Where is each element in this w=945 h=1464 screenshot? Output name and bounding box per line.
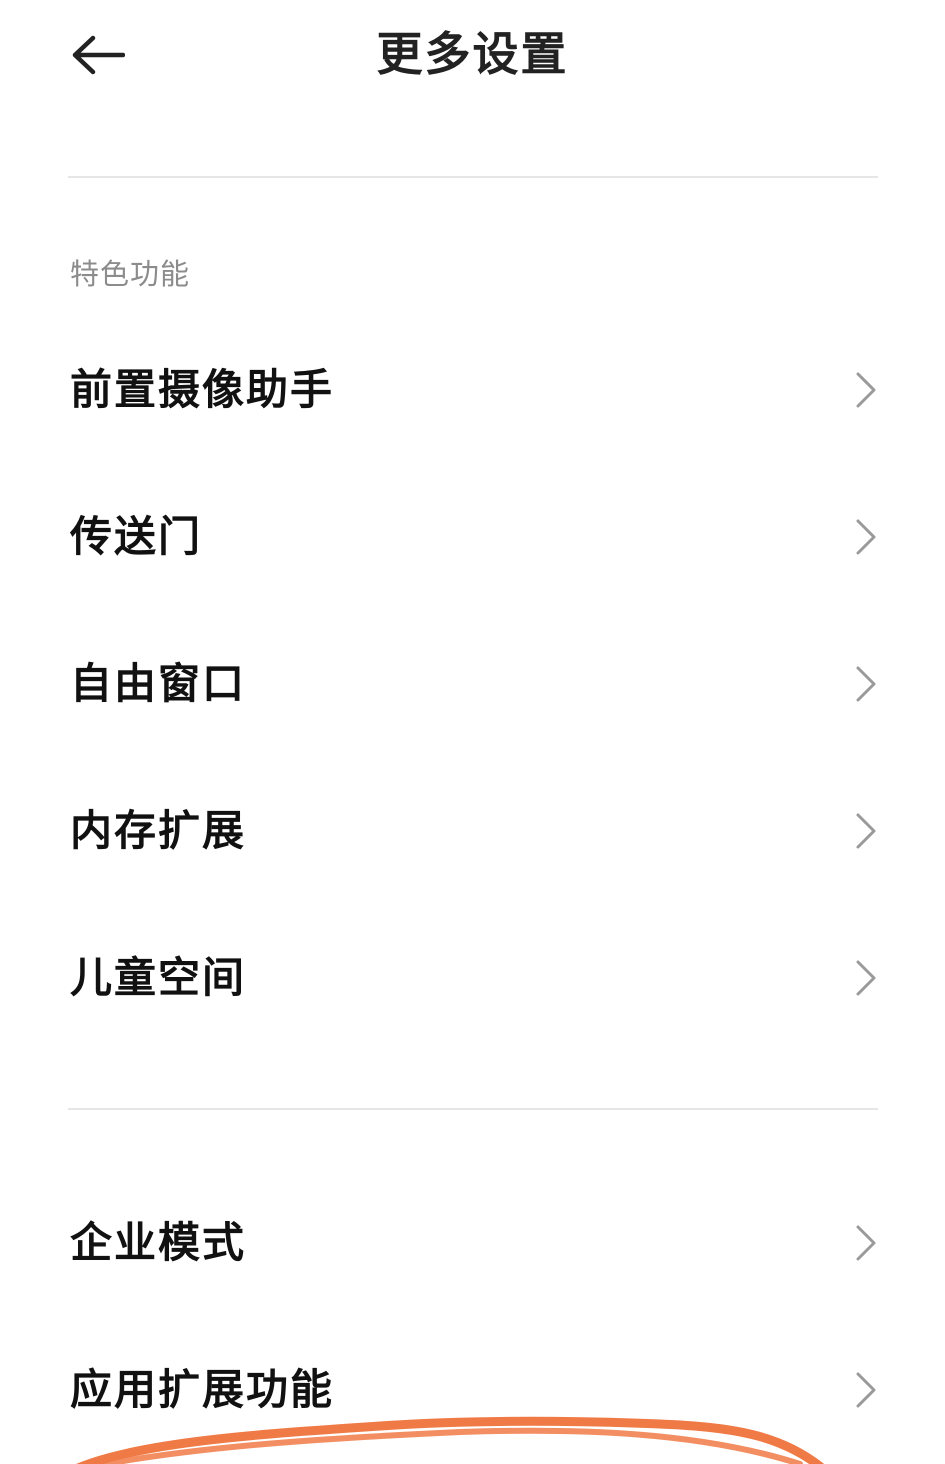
settings-item-front-camera-assistant[interactable]: 前置摄像助手 xyxy=(0,330,945,450)
chevron-right-icon xyxy=(856,1372,876,1408)
chevron-right-icon xyxy=(856,372,876,408)
header-divider xyxy=(68,176,878,178)
page-title: 更多设置 xyxy=(376,27,569,81)
chevron-right-icon xyxy=(856,960,876,996)
settings-item-label: 儿童空间 xyxy=(70,953,247,1002)
top-app-bar: 更多设置 xyxy=(0,0,945,110)
settings-item-label: 应用扩展功能 xyxy=(70,1365,335,1414)
settings-item-label: 企业模式 xyxy=(70,1218,247,1267)
section-header-featured: 特色功能 xyxy=(70,257,191,291)
chevron-right-icon xyxy=(856,1225,876,1261)
chevron-right-icon xyxy=(856,813,876,849)
settings-item-free-window[interactable]: 自由窗口 xyxy=(0,624,945,744)
chevron-right-icon xyxy=(856,666,876,702)
settings-item-enterprise-mode[interactable]: 企业模式 xyxy=(0,1183,945,1303)
settings-item-memory-extension[interactable]: 内存扩展 xyxy=(0,771,945,891)
settings-item-label: 传送门 xyxy=(70,512,203,561)
settings-item-kids-space[interactable]: 儿童空间 xyxy=(0,918,945,1038)
settings-item-app-extensions[interactable]: 应用扩展功能 xyxy=(0,1330,945,1450)
settings-item-label: 内存扩展 xyxy=(70,806,247,855)
chevron-right-icon xyxy=(856,519,876,555)
settings-item-label: 前置摄像助手 xyxy=(70,365,335,414)
settings-item-label: 自由窗口 xyxy=(70,659,247,708)
section-divider xyxy=(68,1108,878,1110)
settings-item-portal[interactable]: 传送门 xyxy=(0,477,945,597)
